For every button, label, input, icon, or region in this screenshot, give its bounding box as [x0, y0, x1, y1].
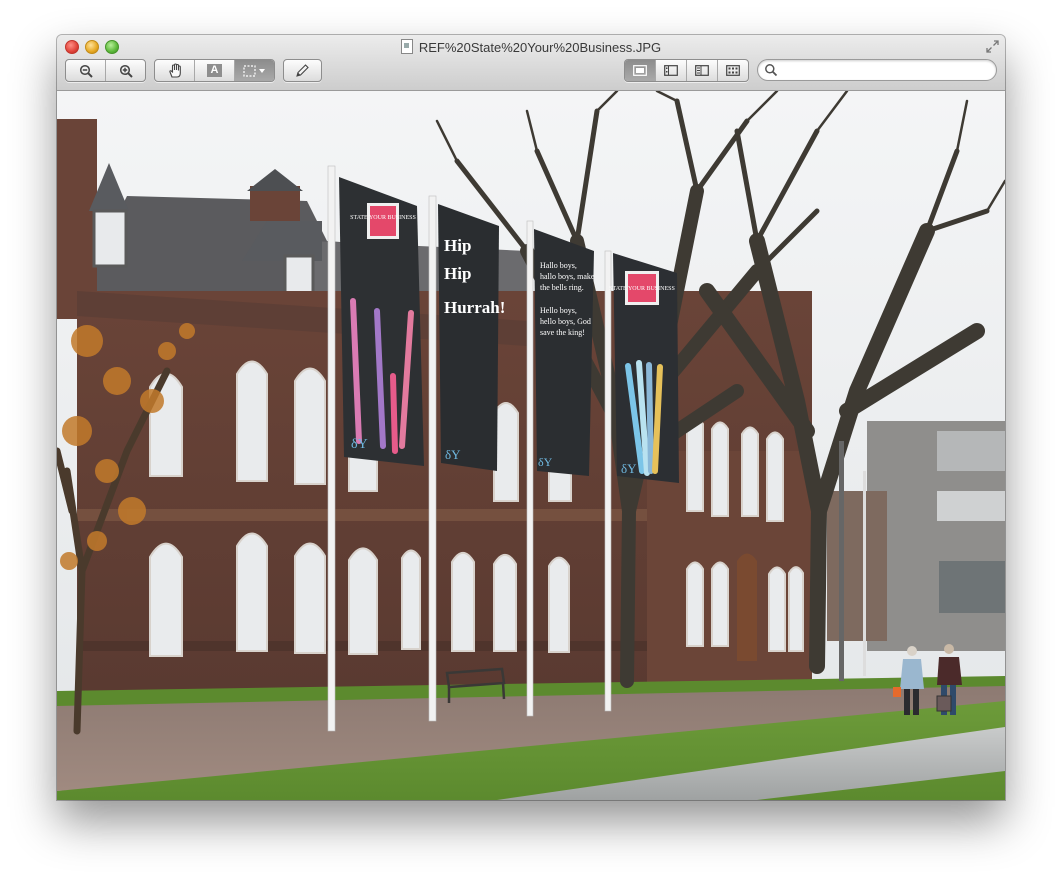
- window-pane: [711, 421, 729, 517]
- window-pane: [493, 402, 519, 502]
- banner-flag-4: STATE YOUR BUSINESS δY: [609, 253, 679, 483]
- window-pane: [451, 551, 475, 652]
- window-pane: [686, 561, 704, 647]
- window-pane: [401, 549, 421, 650]
- markup-control: [283, 59, 322, 82]
- window-pane: [236, 360, 268, 482]
- text-tool-glyph: A: [207, 64, 222, 77]
- flag3-line-1: Hallo boys,: [540, 261, 577, 270]
- fullscreen-icon[interactable]: [986, 40, 999, 53]
- window-pane: [548, 556, 570, 653]
- dashed-rectangle-icon: [242, 64, 265, 77]
- banner-flag-2: Hip Hip Hurrah! δY: [438, 204, 505, 471]
- search-input[interactable]: [782, 61, 986, 79]
- window-pane: [493, 553, 517, 652]
- flag3-tag: δY: [538, 455, 553, 469]
- window-pane: [788, 566, 804, 652]
- flag4-logo: STATE YOUR BUSINESS: [609, 286, 675, 292]
- view-mode-selector: [624, 59, 749, 82]
- flag2-line-3: Hurrah!: [444, 298, 505, 317]
- title-bar[interactable]: REF%20State%20Your%20Business.JPG A: [57, 35, 1005, 91]
- window-title: REF%20State%20Your%20Business.JPG: [57, 39, 1005, 56]
- text-tool-button[interactable]: A: [195, 60, 235, 81]
- hand-tool-button[interactable]: [155, 60, 195, 81]
- markup-toolbar-button[interactable]: [284, 60, 321, 81]
- preview-window: REF%20State%20Your%20Business.JPG A STAT…: [57, 35, 1005, 800]
- zoom-in-button[interactable]: [106, 60, 145, 81]
- window-title-text: REF%20State%20Your%20Business.JPG: [418, 40, 662, 55]
- pencil-icon: [296, 64, 309, 77]
- flag2-line-1: Hip: [444, 236, 471, 255]
- magnifier-plus-icon: [119, 64, 133, 78]
- flag2-line-2: Hip: [444, 264, 471, 283]
- flag3-line-4: Hello boys,: [540, 306, 577, 315]
- zoom-control: [65, 59, 146, 82]
- image-viewport[interactable]: STATE YOUR BUSINESS δY Hip Hip Hurrah! δ…: [57, 91, 1005, 800]
- displayed-photo: STATE YOUR BUSINESS δY Hip Hip Hurrah! δ…: [57, 91, 1005, 800]
- window-pane: [741, 426, 759, 517]
- view-thumbnails-button[interactable]: [656, 60, 687, 81]
- window-pane: [294, 367, 326, 485]
- sidebar-split-icon: [695, 65, 709, 76]
- zoom-out-button[interactable]: [66, 60, 106, 81]
- window-pane: [766, 431, 784, 522]
- view-content-only-button[interactable]: [625, 60, 656, 81]
- document-icon[interactable]: [400, 39, 413, 54]
- tool-selector: A: [154, 59, 275, 82]
- banner-flag-3: Hallo boys, hallo boys, make the bells r…: [534, 229, 595, 476]
- window-pane: [686, 416, 704, 512]
- flag1-tag: δY: [351, 437, 368, 452]
- front-door: [737, 553, 757, 661]
- selection-tool-button[interactable]: [235, 60, 274, 81]
- window-pane: [768, 566, 786, 652]
- window-pane: [348, 547, 378, 655]
- search-field[interactable]: [757, 59, 997, 81]
- hand-icon: [168, 63, 181, 78]
- flag1-logo: STATE YOUR BUSINESS: [350, 215, 416, 221]
- flag3-line-2: hallo boys, make: [540, 272, 595, 281]
- view-table-of-contents-button[interactable]: [687, 60, 718, 81]
- banner-flag-1: STATE YOUR BUSINESS δY: [339, 177, 424, 466]
- flag3-line-5: hello boys, God: [540, 317, 591, 326]
- single-image-icon: [633, 65, 647, 76]
- contact-sheet-icon: [726, 65, 740, 76]
- flag3-line-3: the bells ring.: [540, 283, 584, 292]
- window-pane: [711, 561, 729, 647]
- window-pane: [236, 532, 268, 652]
- magnifier-minus-icon: [79, 64, 93, 78]
- search-icon: [765, 64, 778, 77]
- thumbnail-sidebar-icon: [664, 65, 678, 76]
- flag2-tag: δY: [445, 447, 461, 462]
- window-pane: [149, 542, 183, 657]
- window-pane: [294, 542, 326, 654]
- flag3-line-6: save the king!: [540, 328, 585, 337]
- flag4-tag: δY: [621, 461, 637, 476]
- view-contact-sheet-button[interactable]: [718, 60, 748, 81]
